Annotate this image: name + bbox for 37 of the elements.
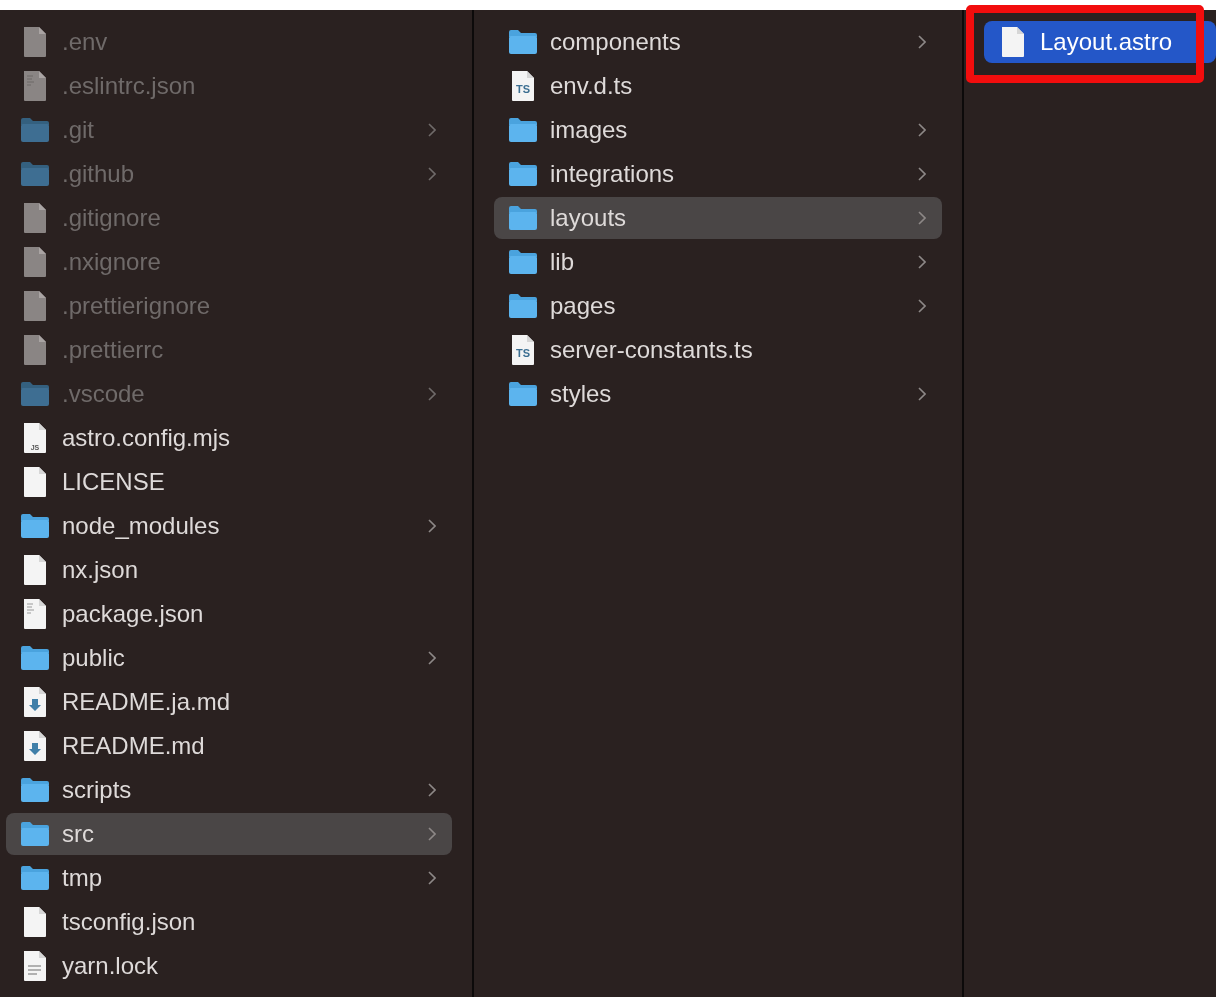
chevron-icon [918, 123, 926, 137]
folder-item[interactable]: layouts [494, 197, 942, 239]
file-item[interactable]: nx.json [6, 549, 452, 591]
chevron-icon [918, 387, 926, 401]
chevron-icon [428, 871, 436, 885]
folder-item[interactable]: scripts [6, 769, 452, 811]
folder-item[interactable]: tmp [6, 857, 452, 899]
chevron-icon [428, 387, 436, 401]
chevron-icon [428, 167, 436, 181]
file-item[interactable]: LICENSE [6, 461, 452, 503]
chevron-icon [918, 35, 926, 49]
chevron-icon [918, 299, 926, 313]
file-item[interactable]: Layout.astro [984, 21, 1216, 63]
folder-item[interactable]: images [494, 109, 942, 151]
file-item[interactable]: README.md [6, 725, 452, 767]
chevron-icon [918, 167, 926, 181]
file-item[interactable]: tsconfig.json [6, 901, 452, 943]
folder-item[interactable]: components [494, 21, 942, 63]
chevron-icon [918, 255, 926, 269]
folder-item[interactable]: src [6, 813, 452, 855]
folder-item[interactable]: lib [494, 241, 942, 283]
chevron-icon [918, 211, 926, 225]
chevron-icon [428, 651, 436, 665]
chevron-icon [428, 123, 436, 137]
chevron-icon [428, 827, 436, 841]
folder-item[interactable]: pages [494, 285, 942, 327]
file-item[interactable]: README.ja.md [6, 681, 452, 723]
folder-item[interactable]: styles [494, 373, 942, 415]
file-item[interactable]: TS env.d.ts [494, 65, 942, 107]
file-item[interactable]: yarn.lock [6, 945, 452, 987]
folder-item[interactable]: public [6, 637, 452, 679]
chevron-icon [428, 783, 436, 797]
folder-item[interactable]: integrations [494, 153, 942, 195]
file-item[interactable]: TS server-constants.ts [494, 329, 942, 371]
folder-item[interactable]: node_modules [6, 505, 452, 547]
chevron-icon [428, 519, 436, 533]
file-item[interactable]: package.json [6, 593, 452, 635]
